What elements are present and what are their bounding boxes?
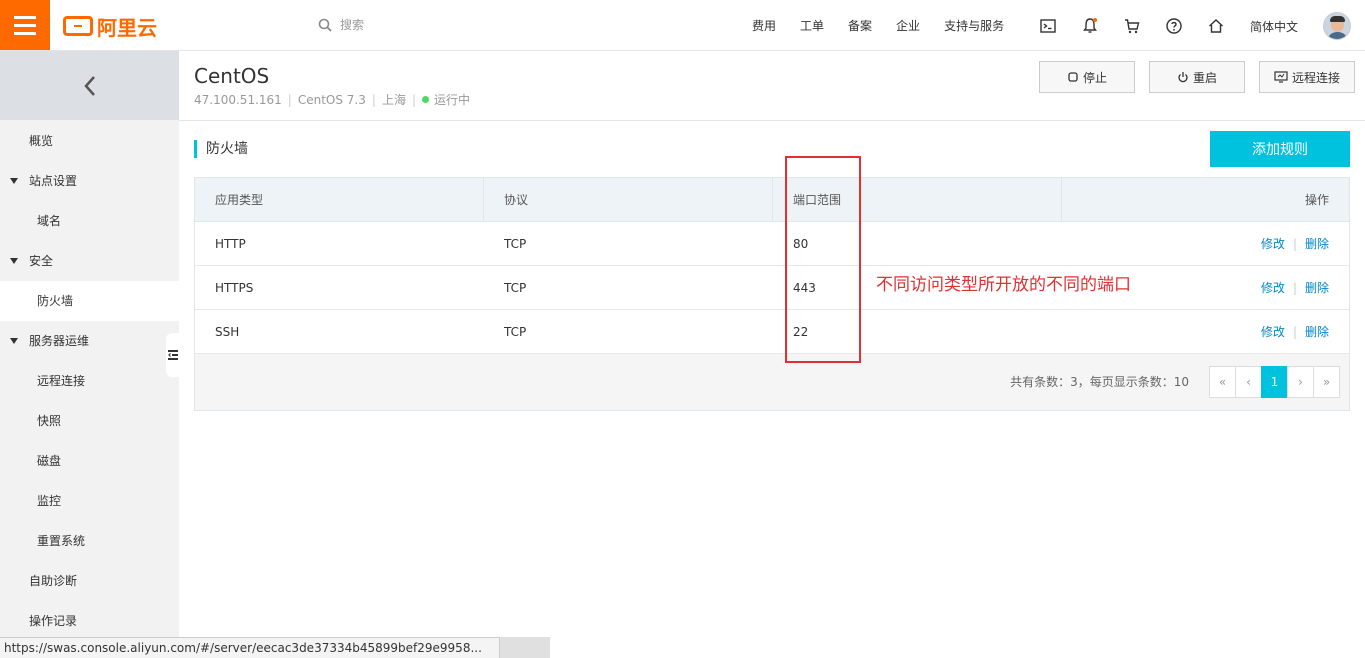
firewall-table: 应用类型 协议 端口范围 操作 HTTP TCP 80 修改 | 删除 HTTPS … xyxy=(194,177,1350,411)
table-row: HTTPS TCP 443 修改 | 删除 xyxy=(195,266,1349,310)
caret-down-icon xyxy=(10,178,18,184)
restart-button[interactable]: 重启 xyxy=(1149,61,1245,93)
server-region: 上海 xyxy=(381,93,406,107)
cart-icon[interactable] xyxy=(1123,17,1141,35)
sidebar-item-overview[interactable]: 概览 xyxy=(0,121,179,161)
server-status: 运行中 xyxy=(434,93,471,107)
sidebar-item-remote[interactable]: 远程连接 xyxy=(0,361,179,401)
nav-billing[interactable]: 费用 xyxy=(752,17,776,34)
total-count: 共有条数：3，每页显示条数：10 xyxy=(1010,375,1189,389)
edit-link[interactable]: 修改 xyxy=(1261,325,1285,339)
delete-link[interactable]: 删除 xyxy=(1305,281,1329,295)
nav-tickets[interactable]: 工单 xyxy=(800,17,824,34)
sidebar-item-snapshot[interactable]: 快照 xyxy=(0,401,179,441)
sidebar-item-security[interactable]: 安全 xyxy=(0,241,179,281)
column-header-protocol: 协议 xyxy=(484,178,773,222)
power-icon xyxy=(1178,72,1188,83)
search-box[interactable]: 搜索 xyxy=(318,16,364,33)
sidebar-item-server-ops[interactable]: 服务器运维 xyxy=(0,321,179,361)
section-title: 防火墙 xyxy=(194,140,248,158)
page-title: CentOS xyxy=(194,64,270,88)
sidebar-item-domain[interactable]: 域名 xyxy=(0,201,179,241)
annotation-text: 不同访问类型所开放的不同的端口 xyxy=(876,275,1131,295)
cell-actions: 修改 | 删除 xyxy=(1260,237,1329,251)
sidebar-item-operation-log[interactable]: 操作记录 xyxy=(0,601,179,641)
column-header-actions: 操作 xyxy=(1304,193,1329,207)
aliyun-logo-icon xyxy=(63,16,93,36)
sidebar-item-self-diagnosis[interactable]: 自助诊断 xyxy=(0,561,179,601)
logo-text: 阿里云 xyxy=(97,15,157,40)
menu-icon[interactable] xyxy=(0,0,50,50)
sidebar-item-reset-system[interactable]: 重置系统 xyxy=(0,521,179,561)
table-row: HTTP TCP 80 修改 | 删除 xyxy=(195,222,1349,266)
server-ip: 47.100.51.161 xyxy=(194,92,282,107)
pager-prev-button[interactable]: ‹ xyxy=(1235,366,1262,398)
top-nav: 费用 工单 备案 企业 支持与服务 xyxy=(740,0,1016,51)
cell-app-type: SSH xyxy=(215,325,240,339)
terminal-icon[interactable] xyxy=(1039,17,1057,35)
table-header: 应用类型 协议 端口范围 操作 xyxy=(195,178,1349,222)
remote-connect-button[interactable]: 远程连接 xyxy=(1259,61,1355,93)
server-os: CentOS 7.3 xyxy=(297,92,366,107)
search-placeholder: 搜索 xyxy=(340,18,365,32)
delete-link[interactable]: 删除 xyxy=(1305,237,1329,251)
nav-enterprise[interactable]: 企业 xyxy=(896,17,920,34)
pager-last-button[interactable]: » xyxy=(1313,366,1340,398)
bell-icon[interactable] xyxy=(1081,17,1099,35)
delete-link[interactable]: 删除 xyxy=(1305,325,1329,339)
column-header-app-type: 应用类型 xyxy=(195,178,484,222)
stop-icon xyxy=(1068,72,1078,82)
nav-support[interactable]: 支持与服务 xyxy=(944,17,1004,34)
cell-app-type: HTTP xyxy=(215,237,246,251)
table-row: SSH TCP 22 修改 | 删除 xyxy=(195,310,1349,354)
aliyun-logo[interactable]: 阿里云 xyxy=(63,14,157,40)
remote-desktop-icon xyxy=(1274,71,1288,83)
edit-link[interactable]: 修改 xyxy=(1261,237,1285,251)
top-bar: 阿里云 搜索 费用 工单 备案 企业 支持与服务 简体中文 xyxy=(0,0,1365,51)
table-footer: 共有条数：3，每页显示条数：10 « ‹ 1 › » xyxy=(195,354,1349,410)
sidebar-back-button[interactable] xyxy=(0,51,179,120)
cell-app-type: HTTPS xyxy=(215,281,254,295)
header-divider xyxy=(179,120,1365,121)
add-rule-button[interactable]: 添加规则 xyxy=(1210,131,1350,167)
home-icon[interactable] xyxy=(1207,17,1225,35)
edit-link[interactable]: 修改 xyxy=(1261,281,1285,295)
server-info: 47.100.51.161 | CentOS 7.3 | 上海 | 运行中 xyxy=(194,92,471,108)
pager-first-button[interactable]: « xyxy=(1209,366,1236,398)
caret-down-icon xyxy=(10,338,18,344)
avatar[interactable] xyxy=(1323,12,1351,40)
browser-status-url: https://swas.console.aliyun.com/#/server… xyxy=(0,637,500,658)
cell-protocol: TCP xyxy=(504,325,527,339)
status-dot-icon xyxy=(422,96,429,103)
caret-down-icon xyxy=(10,258,18,264)
list-collapse-icon xyxy=(168,350,178,360)
pagination: « ‹ 1 › » xyxy=(1209,366,1340,398)
search-icon xyxy=(318,18,332,32)
stop-button[interactable]: 停止 xyxy=(1039,61,1135,93)
sidebar-item-site-settings[interactable]: 站点设置 xyxy=(0,161,179,201)
language-switch[interactable]: 简体中文 xyxy=(1250,18,1298,35)
pager-next-button[interactable]: › xyxy=(1287,366,1314,398)
sidebar-item-disk[interactable]: 磁盘 xyxy=(0,441,179,481)
annotation-highlight-box xyxy=(785,156,861,363)
chevron-left-icon xyxy=(83,75,95,96)
cell-protocol: TCP xyxy=(504,281,527,295)
cell-protocol: TCP xyxy=(504,237,527,251)
cell-actions: 修改 | 删除 xyxy=(1260,325,1329,339)
pager-current-page[interactable]: 1 xyxy=(1261,366,1288,398)
status-bar-extension xyxy=(500,637,550,658)
sidebar-item-monitor[interactable]: 监控 xyxy=(0,481,179,521)
sidebar-collapse-toggle[interactable] xyxy=(166,333,180,377)
sidebar: 概览 站点设置 域名 安全 防火墙 服务器运维 远程连接 快照 磁盘 监控 重置… xyxy=(0,51,179,658)
nav-icp[interactable]: 备案 xyxy=(848,17,872,34)
help-icon[interactable] xyxy=(1165,17,1183,35)
sidebar-item-firewall[interactable]: 防火墙 xyxy=(0,281,179,321)
